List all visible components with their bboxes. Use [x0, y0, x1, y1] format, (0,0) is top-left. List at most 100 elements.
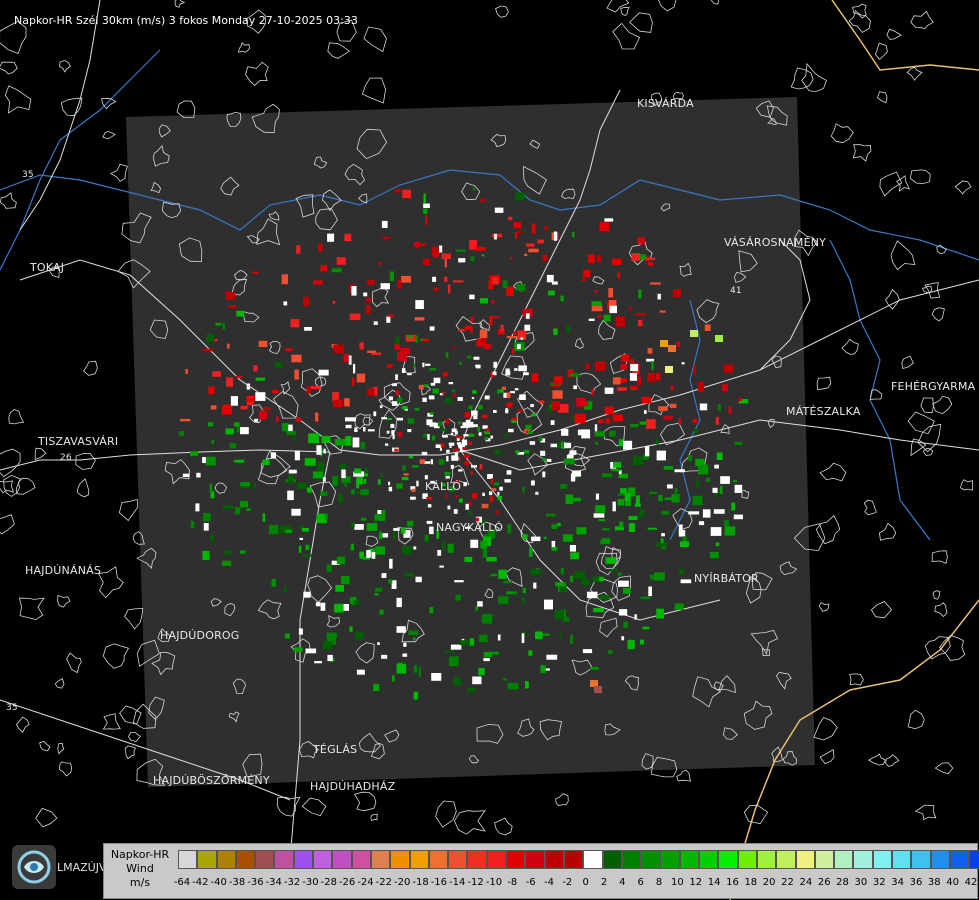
radar-echo-pixel	[386, 430, 390, 434]
radar-echo-pixel	[335, 585, 344, 592]
radar-echo-pixel	[657, 293, 661, 300]
radar-echo-pixel	[537, 239, 544, 244]
radar-echo-pixel	[320, 602, 326, 611]
radar-echo-pixel	[439, 565, 444, 568]
radar-echo-pixel	[415, 576, 422, 583]
radar-echo-pixel	[450, 432, 454, 435]
radar-echo-pixel	[452, 389, 456, 393]
radar-echo-pixel	[447, 284, 451, 294]
radar-echo-pixel	[215, 322, 221, 326]
radar-echo-pixel	[425, 363, 431, 366]
legend-tick-label: -20	[394, 877, 411, 888]
radar-echo-pixel	[650, 282, 661, 285]
radar-echo-pixel	[440, 428, 447, 432]
radar-echo-pixel	[310, 386, 321, 390]
radar-echo-pixel	[415, 335, 418, 343]
radar-echo-pixel	[274, 362, 283, 368]
radar-echo-pixel	[345, 436, 352, 446]
radar-echo-pixel	[323, 448, 326, 454]
radar-echo-pixel	[506, 591, 517, 595]
radar-echo-pixel	[391, 580, 397, 589]
radar-echo-pixel	[293, 647, 303, 652]
municipality-outline	[60, 97, 83, 117]
radar-echo-pixel	[458, 498, 463, 503]
radar-echo-pixel	[560, 484, 568, 489]
radar-echo-pixel	[410, 496, 416, 500]
radar-echo-pixel	[535, 491, 539, 495]
radar-echo-pixel	[284, 586, 287, 593]
radar-echo-pixel	[426, 496, 433, 500]
municipality-outline	[495, 5, 509, 18]
radar-echo-pixel	[210, 535, 215, 542]
municipality-outline	[101, 97, 117, 110]
town-label-nyirbator: NYÍRBÁTOR	[694, 572, 759, 585]
radar-echo-pixel	[570, 552, 580, 560]
radar-echo-pixel	[453, 509, 458, 514]
radar-echo-pixel	[431, 435, 436, 441]
legend-swatch	[390, 850, 410, 869]
radar-echo-pixel	[507, 682, 519, 690]
radar-echo-pixel	[482, 425, 488, 429]
radar-echo-pixel	[594, 289, 598, 293]
radar-echo-pixel	[656, 542, 667, 547]
radar-echo-pixel	[298, 628, 303, 635]
radar-echo-pixel	[655, 372, 661, 381]
radar-echo-pixel	[386, 364, 393, 368]
legend-swatch	[332, 850, 352, 869]
radar-echo-pixel	[426, 520, 433, 524]
radar-echo-pixel	[492, 371, 497, 375]
municipality-outline	[97, 566, 124, 599]
radar-echo-pixel	[551, 547, 558, 551]
radar-echo-pixel	[378, 262, 381, 266]
radar-echo-pixel	[571, 470, 581, 477]
radar-echo-pixel	[506, 392, 511, 398]
municipality-outline	[924, 282, 941, 299]
radar-echo-pixel	[443, 372, 448, 377]
radar-echo-pixel	[560, 567, 565, 575]
radar-echo-pixel	[381, 417, 387, 420]
radar-echo-pixel	[334, 438, 346, 446]
radar-echo-pixel	[319, 491, 328, 496]
radar-echo-pixel	[401, 275, 411, 283]
municipality-outline	[875, 42, 888, 60]
radar-echo-pixel	[284, 348, 293, 352]
radar-echo-pixel	[304, 327, 312, 331]
radar-echo-pixel	[449, 656, 459, 667]
radar-echo-pixel	[692, 418, 698, 423]
radar-echo-pixel	[291, 354, 302, 363]
radar-echo-pixel	[632, 456, 643, 466]
radar-echo-pixel	[442, 435, 448, 438]
radar-echo-pixel	[344, 484, 347, 487]
town-label-teglas: TÉGLÁS	[313, 743, 358, 756]
radar-echo-pixel	[554, 609, 564, 620]
town-label-hajdudorog: HAJDÚDOROG	[160, 629, 240, 642]
radar-echo-pixel	[625, 500, 632, 506]
radar-echo-pixel	[604, 387, 614, 394]
legend-swatch	[216, 850, 236, 869]
radar-echo-pixel	[469, 638, 475, 646]
radar-echo-pixel	[441, 541, 445, 550]
radar-echo-pixel	[356, 669, 365, 675]
legend-tick-label: 4	[619, 877, 626, 888]
radar-echo-pixel	[431, 673, 442, 681]
radar-echo-pixel	[350, 543, 355, 551]
legend-tick-label: 40	[946, 877, 960, 888]
radar-echo-pixel	[333, 344, 344, 354]
legend-tick-label: 8	[655, 877, 663, 888]
radar-echo-pixel	[367, 388, 375, 396]
radar-echo-pixel	[454, 452, 459, 457]
radar-echo-pixel	[540, 450, 546, 456]
radar-echo-pixel	[533, 582, 537, 589]
radar-echo-pixel	[464, 556, 473, 563]
radar-echo-pixel	[546, 654, 558, 660]
radar-echo-pixel	[455, 430, 458, 435]
radar-echo-pixel	[388, 396, 393, 401]
radar-echo-pixel	[620, 378, 627, 383]
radar-echo-pixel	[577, 429, 585, 436]
radar-echo-pixel	[234, 422, 240, 427]
radar-echo-pixel	[407, 334, 413, 339]
municipality-outline	[852, 3, 867, 19]
radar-echo-pixel	[581, 579, 590, 586]
radar-echo-pixel	[493, 361, 497, 368]
radar-echo-pixel	[345, 424, 352, 429]
